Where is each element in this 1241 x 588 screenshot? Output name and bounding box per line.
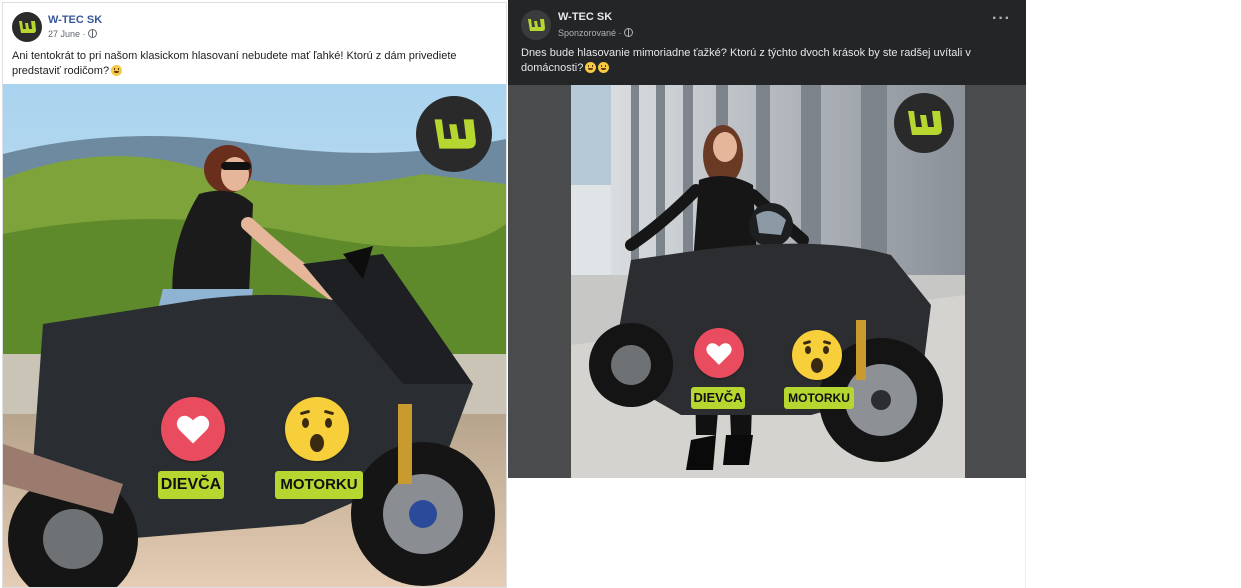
w-tec-logo-icon [908, 111, 942, 135]
page-avatar[interactable] [12, 12, 42, 42]
w-tec-logo-icon [434, 119, 476, 149]
page-name[interactable]: W-TEC SK [48, 14, 102, 26]
post-text: Dnes bude hlasovanie mimoriadne ťažké? K… [521, 46, 1011, 76]
heart-shape [706, 342, 732, 365]
wow-right-eye [325, 418, 332, 428]
vote-label-motorcycle: MOTORKU [784, 387, 854, 409]
post-image-frame: DIEVČA MOTORKU [508, 85, 1026, 478]
vote-label-girl: DIEVČA [691, 387, 745, 409]
vote-label-girl: DIEVČA [158, 471, 224, 499]
post-image[interactable]: DIEVČA MOTORKU [3, 84, 506, 587]
worried-emoji-icon [585, 62, 597, 73]
post-text-content: Ani tentokrát to pri našom klasickom hla… [12, 50, 457, 77]
heart-reaction-icon[interactable] [161, 397, 225, 461]
wow-reaction-icon[interactable] [792, 330, 842, 380]
wow-mouth [310, 434, 324, 452]
wow-left-brow [802, 340, 812, 345]
wow-mouth [811, 358, 823, 373]
facebook-post-light: W-TEC SK 27 June · Ani tentokrát to pri … [2, 2, 507, 588]
wow-right-brow [822, 340, 832, 345]
w-tec-logo-badge [416, 96, 492, 172]
heart-reaction-icon[interactable] [694, 328, 744, 378]
heart-shape [176, 415, 210, 444]
vote-label-motorcycle: MOTORKU [275, 471, 363, 499]
wow-left-eye [805, 346, 811, 354]
page-avatar[interactable] [521, 10, 551, 40]
sponsored-text: Sponzorované [558, 28, 617, 38]
more-options-icon[interactable]: ··· [992, 10, 1011, 28]
wow-right-eye [823, 346, 829, 354]
w-tec-logo-icon [19, 21, 36, 33]
post-image[interactable]: DIEVČA MOTORKU [571, 85, 965, 478]
facebook-post-dark: W-TEC SK Sponzorované · ··· Dnes bude hl… [508, 0, 1026, 478]
post-text: Ani tentokrát to pri našom klasickom hla… [12, 49, 492, 79]
sponsored-label[interactable]: Sponzorované · [558, 28, 633, 38]
wow-left-brow [299, 409, 311, 416]
post-date-text: 27 June [48, 29, 81, 39]
blank-area [508, 478, 1026, 588]
relieved-emoji-icon [598, 62, 610, 73]
globe-icon [87, 29, 97, 38]
wow-reaction-icon[interactable] [285, 397, 349, 461]
wow-right-brow [323, 409, 335, 416]
page-name[interactable]: W-TEC SK [558, 11, 612, 23]
w-tec-logo-badge [894, 93, 954, 153]
post-date[interactable]: 27 June · [48, 29, 97, 39]
globe-icon [623, 28, 633, 37]
wow-left-eye [302, 418, 309, 428]
w-tec-logo-icon [528, 19, 545, 31]
grinning-emoji-icon [111, 65, 123, 76]
